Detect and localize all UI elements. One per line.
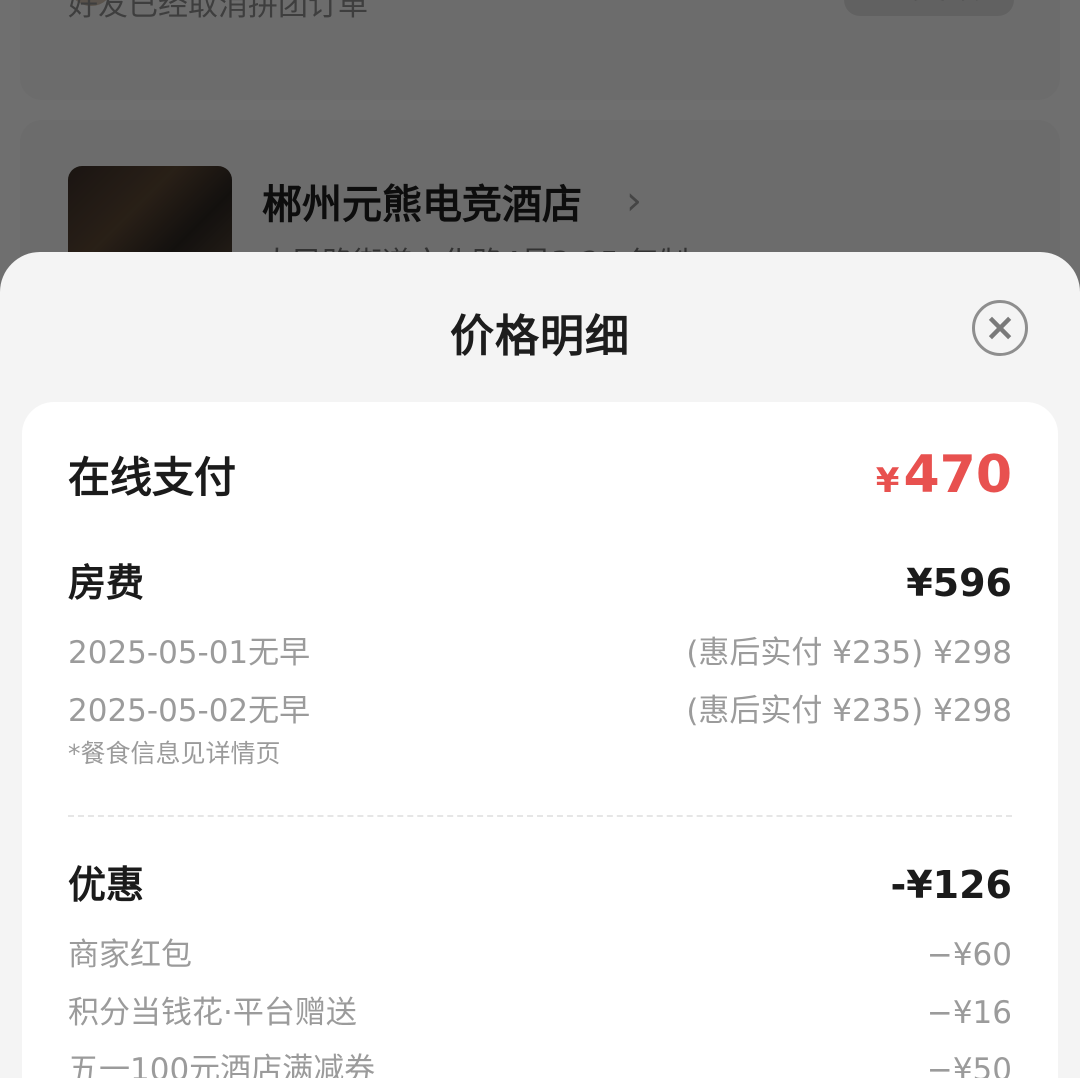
online-payment-amount: ¥470 [876,445,1012,505]
discount-item-row: 积分当钱花·平台赠送 −¥16 [68,987,1012,1032]
discount-item-value: −¥50 [926,1052,1012,1078]
discount-item-row: 五一100元酒店满减券 −¥50 [68,1044,1012,1078]
cancel-notice: 好友已经取消拼团订单 [68,0,368,23]
discount-item-row: 商家红包 −¥60 [68,929,1012,974]
meal-info-note: *餐食信息见详情页 [68,739,281,768]
online-payment-value: 470 [903,445,1012,505]
discount-item-label: 积分当钱花·平台赠送 [68,995,357,1031]
discount-amount: -¥126 [890,863,1012,907]
expired-status-button: 已失效 [844,0,1014,16]
cancelled-order-card: 好友已经取消拼团订单 已失效 [20,0,1060,100]
price-card: 在线支付 ¥470 房费 ¥596 2025-05-01无早 (惠后实付 ¥23… [22,402,1058,1078]
room-night-price: (惠后实付 ¥235) ¥298 [686,693,1012,729]
discount-label: 优惠 [68,863,145,907]
close-button[interactable]: × [972,300,1028,356]
currency-symbol: ¥ [875,461,900,501]
hotel-name[interactable]: 郴州元熊电竞酒店 [262,172,582,230]
discount-item-label: 五一100元酒店满减券 [68,1052,376,1078]
sheet-title: 价格明细 [450,311,630,362]
room-night-date: 2025-05-01无早 [68,635,311,671]
discount-item-value: −¥16 [926,995,1012,1031]
room-fee-label: 房费 [68,561,145,605]
room-fee-row: 房费 ¥596 [68,552,1012,607]
room-night-row: 2025-05-02无早 (惠后实付 ¥235) ¥298 [68,685,1012,730]
section-divider [68,815,1012,817]
online-payment-label: 在线支付 [68,453,237,502]
room-night-row: 2025-05-01无早 (惠后实付 ¥235) ¥298 [68,627,1012,672]
discount-item-label: 商家红包 [68,937,192,973]
chevron-right-icon: › [626,178,642,224]
room-night-date: 2025-05-02无早 [68,693,311,729]
room-night-price: (惠后实付 ¥235) ¥298 [686,635,1012,671]
discount-row: 优惠 -¥126 [68,854,1012,909]
room-fee-amount: ¥596 [906,561,1012,605]
price-detail-sheet: 价格明细 × 在线支付 ¥470 房费 ¥596 2025-05-01无早 (惠… [0,252,1080,1078]
close-icon: × [984,305,1016,349]
online-payment-row: 在线支付 ¥470 [68,444,1012,505]
discount-item-value: −¥60 [926,937,1012,973]
